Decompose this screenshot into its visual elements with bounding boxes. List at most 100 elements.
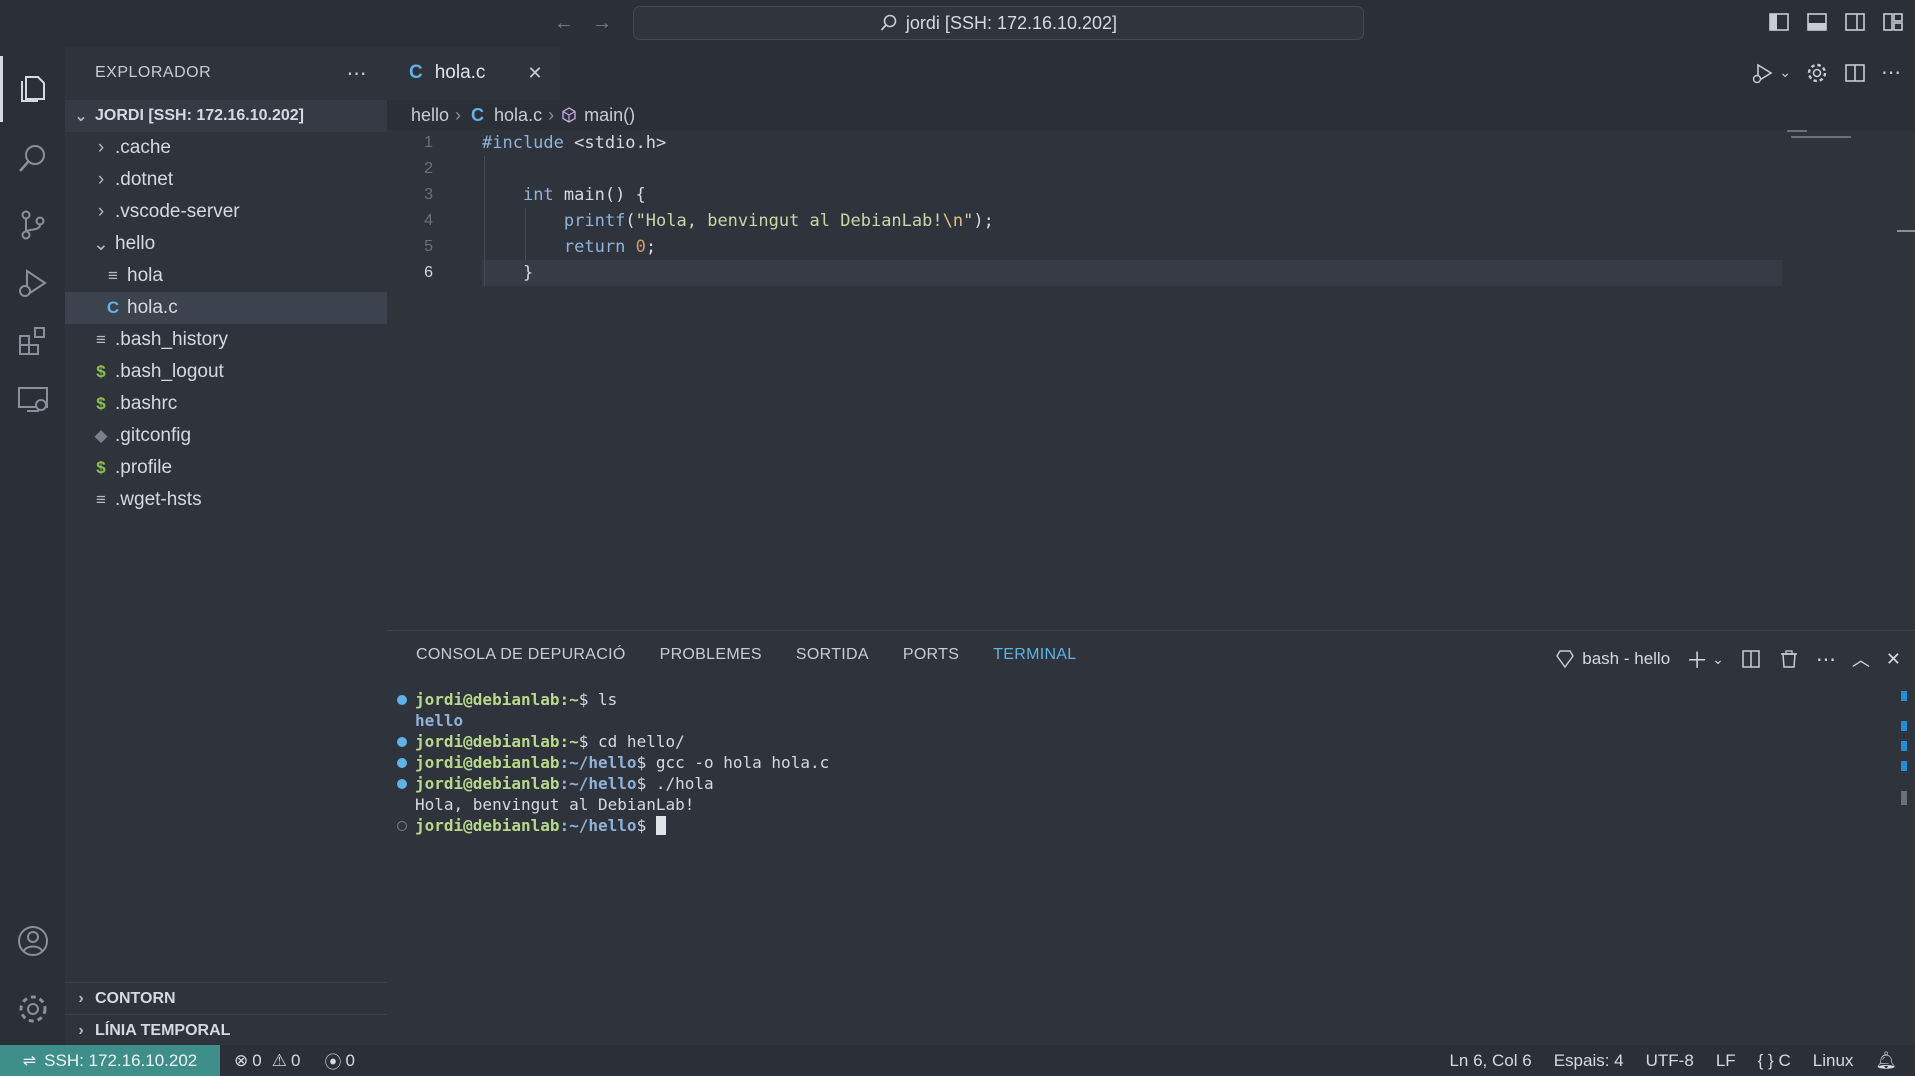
search-icon xyxy=(18,145,45,172)
line-number-gutter: 1 2 3 4 5 6 xyxy=(387,130,447,286)
more-actions-icon[interactable]: ⋯ xyxy=(347,61,368,86)
outline-section[interactable]: › CONTORN xyxy=(65,982,387,1014)
command-center-search[interactable]: jordi [SSH: 172.16.10.202] xyxy=(633,6,1364,40)
toggle-secondary-sidebar-icon[interactable] xyxy=(1843,10,1867,34)
search-activity[interactable] xyxy=(0,126,65,192)
tree-item-label: .profile xyxy=(115,457,173,478)
tree-item-bashrc[interactable]: $ .bashrc xyxy=(65,388,387,420)
breadcrumb-folder[interactable]: hello xyxy=(411,105,449,126)
terminal-output[interactable]: jordi@debianlab:~ $ ls hello jordi@debian… xyxy=(397,689,829,836)
terminal-prompt-sign: $ xyxy=(636,816,656,835)
command-decoration-icon[interactable] xyxy=(397,736,407,747)
trash-icon[interactable] xyxy=(1778,648,1800,670)
tree-item-bash-history[interactable]: ≡ .bash_history xyxy=(65,324,387,356)
command-decoration-icon[interactable] xyxy=(397,778,407,789)
command-decoration-icon[interactable] xyxy=(397,694,407,705)
tab-hola-c[interactable]: C hola.c ✕ xyxy=(387,46,560,100)
tree-item-dotnet[interactable]: › .dotnet xyxy=(65,164,387,196)
chevron-down-icon[interactable]: ⌄ xyxy=(1712,651,1724,668)
explorer-activity[interactable] xyxy=(0,56,65,122)
tab-ports[interactable]: PORTS xyxy=(903,646,959,664)
chevron-right-icon: › xyxy=(78,989,84,1007)
tree-item-bash-logout[interactable]: $ .bash_logout xyxy=(65,356,387,388)
toggle-panel-icon[interactable] xyxy=(1805,10,1829,34)
language-label: C xyxy=(1778,1050,1791,1070)
bottom-panel: CONSOLA DE DEPURACIÓ PROBLEMES SORTIDA P… xyxy=(387,630,1915,1045)
code-line: printf("Hola, benvingut al DebianLab!\n"… xyxy=(482,208,1782,234)
tree-item-hello[interactable]: ⌄ hello xyxy=(65,228,387,260)
code-editor[interactable]: 1 2 3 4 5 6 #include <stdio.h> int main(… xyxy=(387,130,1915,630)
explorer-sidebar: EXPLORADOR ⋯ ⌄ JORDI [SSH: 172.16.10.202… xyxy=(65,46,387,1045)
encoding[interactable]: UTF-8 xyxy=(1646,1051,1694,1071)
back-arrow-icon[interactable]: ← xyxy=(551,10,577,36)
tree-item-vscode-server[interactable]: › .vscode-server xyxy=(65,196,387,228)
gear-icon[interactable] xyxy=(1805,61,1829,85)
command-decoration-icon[interactable] xyxy=(397,820,407,831)
warning-count: 0 xyxy=(290,1050,301,1070)
timeline-section[interactable]: › LÍNIA TEMPORAL xyxy=(65,1014,387,1046)
workspace-root[interactable]: ⌄ JORDI [SSH: 172.16.10.202] xyxy=(65,100,387,132)
accounts-activity[interactable] xyxy=(0,908,65,974)
symbol-method-icon xyxy=(562,107,576,123)
tree-item-wget-hsts[interactable]: ≡ .wget-hsts xyxy=(65,484,387,516)
run-file-icon[interactable] xyxy=(1751,61,1775,85)
breadcrumb-symbol[interactable]: main() xyxy=(584,105,635,126)
files-icon xyxy=(21,76,45,102)
command-decoration-icon[interactable] xyxy=(397,757,407,768)
tree-item-cache[interactable]: › .cache xyxy=(65,132,387,164)
terminal-prompt-user: jordi@debianlab xyxy=(415,753,560,772)
forward-arrow-icon[interactable]: → xyxy=(589,10,615,36)
code-line: #include <stdio.h> xyxy=(482,130,1782,156)
more-actions-icon[interactable]: ⋯ xyxy=(1816,647,1836,672)
cursor-position[interactable]: Ln 6, Col 6 xyxy=(1449,1051,1531,1071)
remote-explorer-activity[interactable] xyxy=(0,366,65,432)
code-line: return 0; xyxy=(482,234,1782,260)
c-file-icon: C xyxy=(471,104,485,125)
maximize-panel-icon[interactable]: ︿ xyxy=(1852,646,1870,672)
split-editor-icon[interactable] xyxy=(1843,61,1867,85)
end-of-line[interactable]: LF xyxy=(1716,1051,1736,1071)
chevron-down-icon[interactable]: ⌄ xyxy=(1779,64,1791,81)
problems-indicator[interactable]: ⊗ 0 ⚠ 0 xyxy=(234,1051,300,1071)
chevron-right-icon: › xyxy=(97,201,105,222)
terminal-prompt-user: jordi@debianlab xyxy=(415,732,560,751)
terminal-scrollbar[interactable] xyxy=(1901,691,1907,991)
customize-layout-icon[interactable] xyxy=(1881,10,1905,34)
toggle-primary-sidebar-icon[interactable] xyxy=(1767,10,1791,34)
terminal-name[interactable]: bash - hello xyxy=(1582,649,1670,669)
extensions-activity[interactable] xyxy=(0,308,65,374)
tree-item-hola-c[interactable]: C hola.c xyxy=(65,292,387,324)
tab-output[interactable]: SORTIDA xyxy=(796,646,869,664)
minimap[interactable] xyxy=(1787,130,1897,170)
tree-item-gitconfig[interactable]: ◆ .gitconfig xyxy=(65,420,387,452)
tab-debug-console[interactable]: CONSOLA DE DEPURACIÓ xyxy=(416,646,626,664)
tree-item-profile[interactable]: $ .profile xyxy=(65,452,387,484)
line-number-current: 6 xyxy=(424,264,433,281)
code-line-current: } xyxy=(482,260,1782,286)
c-file-icon: C xyxy=(409,62,423,83)
tree-item-label: .bash_history xyxy=(115,329,229,350)
run-debug-activity[interactable] xyxy=(0,250,65,316)
code-token: } xyxy=(522,263,534,283)
error-count: 0 xyxy=(252,1050,262,1070)
remote-indicator[interactable]: ⇌ SSH: 172.16.10.202 xyxy=(0,1045,220,1076)
os-indicator[interactable]: Linux xyxy=(1813,1051,1854,1071)
close-icon[interactable]: ✕ xyxy=(527,63,542,84)
indentation[interactable]: Espais: 4 xyxy=(1554,1051,1624,1071)
new-terminal-icon[interactable]: ＋ xyxy=(1686,643,1708,675)
breadcrumb-file[interactable]: hola.c xyxy=(494,105,542,126)
tab-terminal[interactable]: TERMINAL xyxy=(993,646,1076,664)
source-control-activity[interactable] xyxy=(0,192,65,258)
manage-activity[interactable] xyxy=(0,976,65,1042)
more-actions-icon[interactable]: ⋯ xyxy=(1881,60,1901,85)
tab-problems[interactable]: PROBLEMES xyxy=(660,646,762,664)
chevron-right-icon: › xyxy=(97,169,105,190)
ports-indicator[interactable]: ⦿ 0 xyxy=(324,1048,354,1073)
language-mode[interactable]: { } C xyxy=(1758,1051,1791,1071)
close-panel-icon[interactable]: ✕ xyxy=(1886,649,1901,670)
bell-icon[interactable]: 🔔︎ xyxy=(1875,1051,1897,1071)
broadcast-icon: ⦿ xyxy=(324,1053,342,1072)
code-token: #include xyxy=(482,133,564,153)
split-terminal-icon[interactable] xyxy=(1740,648,1762,670)
tree-item-hola[interactable]: ≡ hola xyxy=(65,260,387,292)
